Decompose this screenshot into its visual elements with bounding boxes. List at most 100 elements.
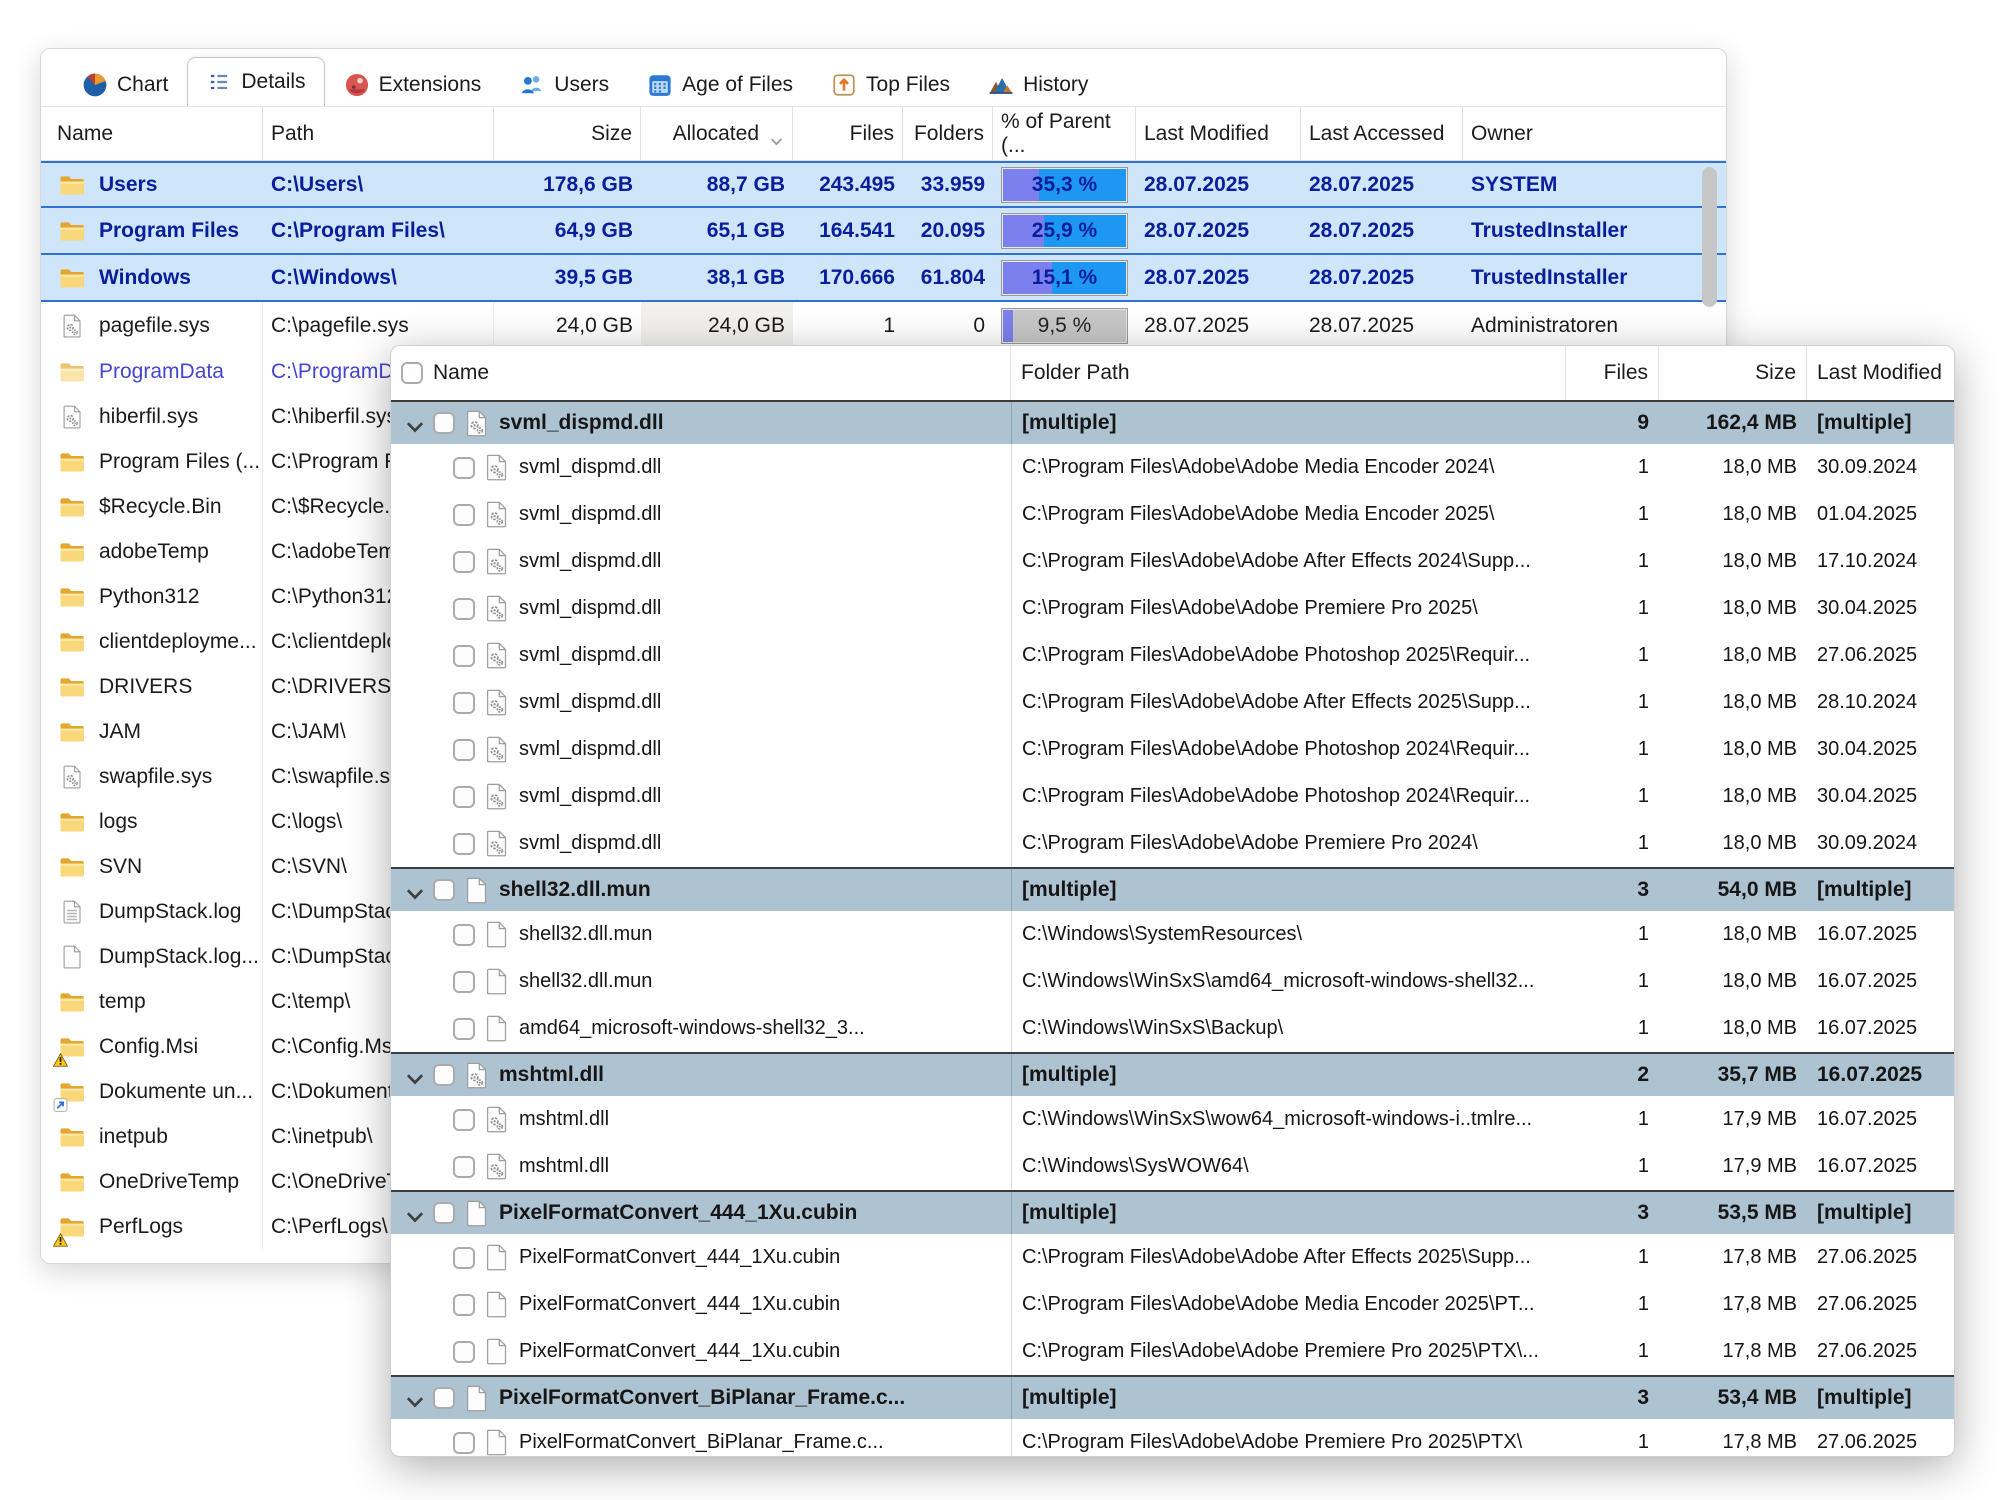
tab-history[interactable]: History bbox=[969, 63, 1107, 106]
dup-column-header-files[interactable]: Files bbox=[1566, 346, 1659, 400]
chevron-down-icon[interactable] bbox=[405, 1206, 425, 1220]
details-row-pagefile-sys[interactable]: pagefile.sysC:\pagefile.sys24,0 GB24,0 G… bbox=[41, 302, 1726, 349]
row-checkbox[interactable] bbox=[453, 551, 475, 573]
system-file-icon bbox=[57, 764, 87, 790]
tab-extensions[interactable]: Extensions bbox=[325, 63, 501, 106]
dup-name-cell: svml_dispmd.dll bbox=[391, 402, 1011, 444]
row-checkbox[interactable] bbox=[453, 1432, 475, 1454]
dup-name-cell: svml_dispmd.dll bbox=[391, 820, 1011, 867]
column-header-folders[interactable]: Folders bbox=[903, 107, 993, 160]
row-checkbox[interactable] bbox=[453, 1294, 475, 1316]
dup-name-cell: svml_dispmd.dll bbox=[391, 632, 1011, 679]
row-checkbox[interactable] bbox=[453, 786, 475, 808]
chevron-down-icon[interactable] bbox=[405, 416, 425, 430]
dup-size-cell: 18,0 MB bbox=[1659, 1005, 1807, 1052]
dup-column-header-folder-path[interactable]: Folder Path bbox=[1011, 346, 1566, 400]
row-checkbox[interactable] bbox=[433, 1387, 455, 1409]
row-checkbox[interactable] bbox=[453, 1109, 475, 1131]
dup-folder-path-cell: C:\Program Files\Adobe\Adobe After Effec… bbox=[1011, 679, 1566, 726]
tab-label: Chart bbox=[117, 73, 168, 97]
column-header-last-accessed[interactable]: Last Accessed bbox=[1301, 107, 1463, 160]
duplicate-child-row[interactable]: svml_dispmd.dllC:\Program Files\Adobe\Ad… bbox=[391, 820, 1954, 867]
column-header-files[interactable]: Files bbox=[793, 107, 903, 160]
row-checkbox[interactable] bbox=[453, 1341, 475, 1363]
duplicate-group-row[interactable]: PixelFormatConvert_BiPlanar_Frame.c...[m… bbox=[391, 1375, 1954, 1419]
column-header-size[interactable]: Size bbox=[494, 107, 641, 160]
duplicate-child-row[interactable]: svml_dispmd.dllC:\Program Files\Adobe\Ad… bbox=[391, 444, 1954, 491]
duplicate-child-row[interactable]: svml_dispmd.dllC:\Program Files\Adobe\Ad… bbox=[391, 726, 1954, 773]
row-checkbox[interactable] bbox=[433, 412, 455, 434]
duplicate-child-row[interactable]: svml_dispmd.dllC:\Program Files\Adobe\Ad… bbox=[391, 491, 1954, 538]
row-checkbox[interactable] bbox=[433, 879, 455, 901]
duplicate-child-row[interactable]: svml_dispmd.dllC:\Program Files\Adobe\Ad… bbox=[391, 773, 1954, 820]
row-checkbox[interactable] bbox=[453, 1247, 475, 1269]
path-cell: C:\Users\ bbox=[263, 163, 494, 206]
dup-file-name: svml_dispmd.dll bbox=[519, 503, 661, 526]
details-row-windows[interactable]: WindowsC:\Windows\39,5 GB38,1 GB170.6666… bbox=[41, 255, 1726, 302]
row-checkbox[interactable] bbox=[453, 504, 475, 526]
duplicate-child-row[interactable]: amd64_microsoft-windows-shell32_3...C:\W… bbox=[391, 1005, 1954, 1052]
vertical-scrollbar-thumb[interactable] bbox=[1702, 167, 1717, 307]
owner-cell: SYSTEM bbox=[1463, 163, 1690, 206]
allocated-cell: 65,1 GB bbox=[641, 208, 793, 253]
row-checkbox[interactable] bbox=[453, 598, 475, 620]
dup-folder-path-cell: C:\Program Files\Adobe\Adobe After Effec… bbox=[1011, 538, 1566, 585]
duplicate-child-row[interactable]: svml_dispmd.dllC:\Program Files\Adobe\Ad… bbox=[391, 632, 1954, 679]
last-modified-cell: 28.07.2025 bbox=[1136, 163, 1301, 206]
duplicate-child-row[interactable]: shell32.dll.munC:\Windows\WinSxS\amd64_m… bbox=[391, 958, 1954, 1005]
row-checkbox[interactable] bbox=[453, 457, 475, 479]
column-header-owner[interactable]: Owner bbox=[1463, 107, 1690, 160]
dup-size-cell: 17,8 MB bbox=[1659, 1328, 1807, 1375]
dup-column-header-last-modified[interactable]: Last Modified bbox=[1807, 346, 1954, 400]
column-header--of-parent-[interactable]: % of Parent (... bbox=[993, 107, 1136, 160]
tab-details[interactable]: Details bbox=[187, 57, 324, 106]
duplicate-child-row[interactable]: PixelFormatConvert_444_1Xu.cubinC:\Progr… bbox=[391, 1234, 1954, 1281]
details-row-program-files[interactable]: Program FilesC:\Program Files\64,9 GB65,… bbox=[41, 208, 1726, 255]
duplicate-child-row[interactable]: mshtml.dllC:\Windows\WinSxS\wow64_micros… bbox=[391, 1096, 1954, 1143]
dll-file-icon bbox=[485, 736, 508, 763]
name-cell: Windows bbox=[49, 255, 263, 300]
duplicate-child-row[interactable]: PixelFormatConvert_BiPlanar_Frame.c...C:… bbox=[391, 1419, 1954, 1457]
tab-chart[interactable]: Chart bbox=[63, 63, 187, 106]
duplicate-child-row[interactable]: mshtml.dllC:\Windows\SysWOW64\117,9 MB16… bbox=[391, 1143, 1954, 1190]
dup-size-cell: 18,0 MB bbox=[1659, 726, 1807, 773]
dup-last-modified-cell: 27.06.2025 bbox=[1807, 1419, 1954, 1457]
tab-users[interactable]: Users bbox=[500, 63, 628, 106]
row-checkbox[interactable] bbox=[453, 1156, 475, 1178]
chevron-down-icon[interactable] bbox=[405, 883, 425, 897]
duplicate-child-row[interactable]: svml_dispmd.dllC:\Program Files\Adobe\Ad… bbox=[391, 538, 1954, 585]
column-header-last-modified[interactable]: Last Modified bbox=[1136, 107, 1301, 160]
select-all-checkbox[interactable] bbox=[401, 362, 423, 384]
row-checkbox[interactable] bbox=[433, 1064, 455, 1086]
column-header-name[interactable]: Name bbox=[49, 107, 263, 160]
tab-age-of-files[interactable]: Age of Files bbox=[628, 63, 812, 106]
row-checkbox[interactable] bbox=[453, 645, 475, 667]
row-checkbox[interactable] bbox=[453, 1018, 475, 1040]
row-checkbox[interactable] bbox=[453, 971, 475, 993]
row-checkbox[interactable] bbox=[453, 924, 475, 946]
dup-column-header-size[interactable]: Size bbox=[1659, 346, 1807, 400]
row-checkbox[interactable] bbox=[433, 1202, 455, 1224]
duplicate-child-row[interactable]: shell32.dll.munC:\Windows\SystemResource… bbox=[391, 911, 1954, 958]
row-checkbox[interactable] bbox=[453, 739, 475, 761]
details-row-users[interactable]: UsersC:\Users\178,6 GB88,7 GB243.49533.9… bbox=[41, 161, 1726, 208]
column-header-path[interactable]: Path bbox=[263, 107, 494, 160]
row-checkbox[interactable] bbox=[453, 833, 475, 855]
duplicate-child-row[interactable]: PixelFormatConvert_444_1Xu.cubinC:\Progr… bbox=[391, 1281, 1954, 1328]
dup-column-header-name[interactable]: Name bbox=[391, 346, 1011, 400]
duplicate-child-row[interactable]: PixelFormatConvert_444_1Xu.cubinC:\Progr… bbox=[391, 1328, 1954, 1375]
duplicate-group-row[interactable]: mshtml.dll[multiple]235,7 MB16.07.2025 bbox=[391, 1052, 1954, 1096]
item-name: PerfLogs bbox=[99, 1215, 183, 1239]
duplicate-group-row[interactable]: svml_dispmd.dll[multiple]9162,4 MB[multi… bbox=[391, 400, 1954, 444]
column-header-allocated[interactable]: Allocated bbox=[641, 107, 793, 160]
duplicate-child-row[interactable]: svml_dispmd.dllC:\Program Files\Adobe\Ad… bbox=[391, 585, 1954, 632]
dup-name-cell: shell32.dll.mun bbox=[391, 911, 1011, 958]
chevron-down-icon[interactable] bbox=[405, 1391, 425, 1405]
duplicate-group-row[interactable]: PixelFormatConvert_444_1Xu.cubin[multipl… bbox=[391, 1190, 1954, 1234]
tab-top-files[interactable]: Top Files bbox=[812, 63, 969, 106]
duplicate-child-row[interactable]: svml_dispmd.dllC:\Program Files\Adobe\Ad… bbox=[391, 679, 1954, 726]
row-checkbox[interactable] bbox=[453, 692, 475, 714]
files-cell: 170.666 bbox=[793, 255, 903, 300]
duplicate-group-row[interactable]: shell32.dll.mun[multiple]354,0 MB[multip… bbox=[391, 867, 1954, 911]
chevron-down-icon[interactable] bbox=[405, 1068, 425, 1082]
